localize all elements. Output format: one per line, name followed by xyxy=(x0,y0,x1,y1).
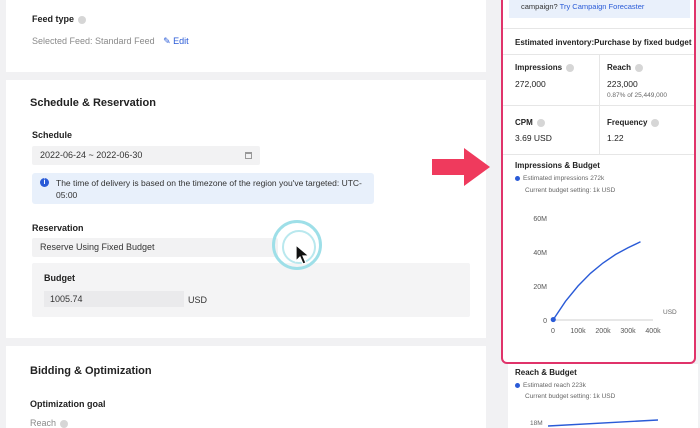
reservation-select[interactable]: Reserve Using Fixed Budget xyxy=(32,238,278,257)
cpm-label-text: CPM xyxy=(515,118,533,127)
y-tick-label: 60M xyxy=(533,216,547,223)
impressions-label: Impressions xyxy=(515,63,575,72)
optimization-goal-value: Reach xyxy=(30,418,69,428)
budget-box: Budget 1005.74 USD xyxy=(32,263,470,317)
y-tick-label: 20M xyxy=(533,284,547,291)
date-range-text: 2022-06-24 ~ 2022-06-30 xyxy=(40,150,143,160)
estimate-panel: campaign? Try Campaign Forecaster Estima… xyxy=(501,0,696,364)
edit-feed-link[interactable]: ✎ Edit xyxy=(163,36,189,46)
reach-value: 223,000 xyxy=(607,79,638,89)
reach-budget-setting: Current budget setting: 1k USD xyxy=(525,393,616,400)
feed-type-label: Feed type xyxy=(32,14,87,24)
selected-feed-text: Selected Feed: Standard Feed xyxy=(32,36,155,46)
reach-percentage: 0.87% of 25,449,000 xyxy=(607,92,667,99)
reservation-value: Reserve Using Fixed Budget xyxy=(40,242,155,252)
divider xyxy=(503,28,694,29)
reach-label-text: Reach xyxy=(607,63,632,72)
main-form: Feed type Selected Feed: Standard Feed ✎… xyxy=(0,0,492,428)
x-axis-unit-label: USD xyxy=(663,309,677,316)
timezone-info-text: The time of delivery is based on the tim… xyxy=(56,178,362,200)
frequency-label: Frequency xyxy=(607,118,660,127)
budget-currency: USD xyxy=(188,295,208,305)
optimization-goal-label: Optimization goal xyxy=(30,399,106,409)
info-icon: i xyxy=(40,178,49,187)
feed-type-text: Feed type xyxy=(32,14,75,24)
reach-label: Reach xyxy=(607,63,644,72)
budget-input[interactable]: 1005.74 xyxy=(44,291,184,307)
selected-feed: Selected Feed: Standard Feed ✎ Edit xyxy=(32,36,189,47)
forecaster-banner: campaign? Try Campaign Forecaster xyxy=(509,0,690,18)
reach-legend-text: Estimated reach 223k xyxy=(523,382,586,389)
reservation-label: Reservation xyxy=(32,223,84,233)
reach-curve xyxy=(548,419,658,427)
x-tick-label: 200k xyxy=(595,328,611,335)
chart-legend: Estimated impressions 272k xyxy=(515,175,604,182)
frequency-value: 1.22 xyxy=(607,133,624,143)
bidding-section-title: Bidding & Optimization xyxy=(30,365,152,377)
impressions-label-text: Impressions xyxy=(515,63,563,72)
current-budget-point xyxy=(550,316,556,323)
reach-y-tick: 18M xyxy=(530,420,543,427)
budget-value: 1005.74 xyxy=(50,294,83,304)
reach-budget-title: Reach & Budget xyxy=(515,368,577,377)
mouse-cursor-icon xyxy=(295,244,311,265)
pencil-icon: ✎ xyxy=(163,36,171,46)
y-tick-label: 0 xyxy=(543,318,547,325)
x-tick-label: 300k xyxy=(620,328,636,335)
impressions-value: 272,000 xyxy=(515,79,546,89)
calendar-icon[interactable] xyxy=(245,152,252,159)
estimate-title: Estimated inventory:Purchase by fixed bu… xyxy=(515,38,692,47)
help-icon[interactable] xyxy=(536,118,545,127)
cpm-value: 3.69 USD xyxy=(515,133,552,143)
chart-title: Impressions & Budget xyxy=(515,161,600,170)
schedule-date-input[interactable]: 2022-06-24 ~ 2022-06-30 xyxy=(32,146,260,165)
x-tick-label: 100k xyxy=(570,328,586,335)
divider xyxy=(599,54,600,154)
divider xyxy=(503,105,694,106)
reach-legend: Estimated reach 223k xyxy=(515,382,586,389)
help-icon[interactable] xyxy=(566,63,575,72)
schedule-section-title: Schedule & Reservation xyxy=(30,97,156,109)
pointer-arrow-icon xyxy=(432,148,490,186)
y-tick-label: 40M xyxy=(533,250,547,257)
impressions-series-line xyxy=(552,241,641,321)
x-tick-label: 400k xyxy=(645,328,661,335)
legend-dot-icon xyxy=(515,382,520,388)
schedule-label: Schedule xyxy=(32,130,73,140)
reach-budget-card: Reach & Budget Estimated reach 223k Curr… xyxy=(508,364,698,428)
legend-text: Estimated impressions 272k xyxy=(523,175,605,182)
help-icon[interactable] xyxy=(651,118,660,127)
impressions-budget-chart: 0 20M 40M 60M 0 100k 200k 300k 400k USD xyxy=(533,216,677,335)
cpm-label: CPM xyxy=(515,118,545,127)
help-icon[interactable] xyxy=(78,15,87,24)
bidding-card xyxy=(6,346,486,428)
feed-card: Feed type Selected Feed: Standard Feed ✎… xyxy=(6,0,486,72)
x-tick-label: 0 xyxy=(551,328,555,335)
timezone-info-banner: i The time of delivery is based on the t… xyxy=(32,173,374,204)
current-budget-setting: Current budget setting: 1k USD xyxy=(525,187,616,194)
campaign-forecaster-link[interactable]: Try Campaign Forecaster xyxy=(560,2,645,11)
budget-label: Budget xyxy=(44,273,75,283)
help-icon[interactable] xyxy=(60,419,69,428)
legend-dot-icon xyxy=(515,175,520,181)
frequency-label-text: Frequency xyxy=(607,118,648,127)
divider xyxy=(503,154,694,155)
help-icon[interactable] xyxy=(635,63,644,72)
goal-value-text: Reach xyxy=(30,418,57,428)
banner-text: campaign? xyxy=(521,2,558,11)
edit-link-text: Edit xyxy=(173,36,189,46)
